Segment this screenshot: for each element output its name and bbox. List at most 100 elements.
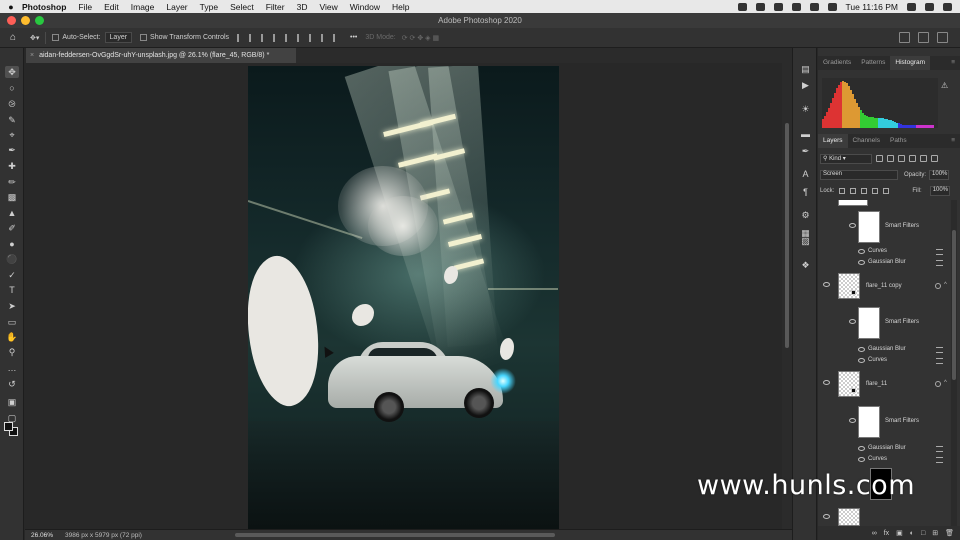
new-group-icon[interactable]: □: [921, 530, 925, 537]
menu-select[interactable]: Select: [230, 2, 254, 12]
layer-row-flare-11-copy[interactable]: flare_11 copy ^: [818, 270, 950, 300]
visibility-eye-icon[interactable]: [823, 282, 830, 287]
menu-image[interactable]: Image: [131, 2, 155, 12]
expand-caret-icon[interactable]: ^: [944, 380, 947, 386]
menu-file[interactable]: File: [78, 2, 92, 12]
lasso-tool-icon[interactable]: ⧁: [5, 98, 19, 110]
search-icon[interactable]: [899, 32, 910, 43]
filter-options-icon[interactable]: [936, 347, 943, 353]
healing-tool-icon[interactable]: ✚: [5, 160, 19, 172]
document-tab[interactable]: × aidan-feddersen-OvGgdSr-uhY-unsplash.j…: [26, 48, 296, 63]
visibility-eye-icon[interactable]: [858, 347, 865, 352]
share-icon[interactable]: [937, 32, 948, 43]
quick-mask-icon[interactable]: ▣: [5, 396, 19, 408]
close-tab-icon[interactable]: ×: [30, 52, 34, 59]
workspace-icon[interactable]: [918, 32, 929, 43]
hand-tool-icon[interactable]: ✋: [5, 331, 19, 343]
move-tool-preset-icon[interactable]: ✥▾: [30, 34, 39, 42]
smart-filters-row[interactable]: Smart Filters: [818, 403, 950, 441]
visibility-eye-icon[interactable]: [849, 223, 856, 228]
menubar-clock[interactable]: Tue 11:16 PM: [846, 2, 898, 12]
filter-shape-icon[interactable]: [909, 155, 916, 162]
filter-adjustment-icon[interactable]: [887, 155, 894, 162]
path-select-tool-icon[interactable]: ➤: [5, 300, 19, 312]
smart-filters-row[interactable]: Smart Filters: [818, 208, 950, 246]
type-tool-icon[interactable]: T: [5, 284, 19, 296]
blur-tool-icon[interactable]: ●: [5, 238, 19, 250]
layer-row-flare-11[interactable]: flare_11 ^: [818, 368, 950, 398]
color-panel-icon[interactable]: ▨: [800, 236, 811, 247]
actions-panel-icon[interactable]: ▶: [800, 80, 811, 91]
filter-pixel-icon[interactable]: [876, 155, 883, 162]
document-canvas-image[interactable]: [248, 66, 559, 529]
visibility-eye-icon[interactable]: [858, 358, 865, 363]
brushes-panel-icon[interactable]: ✒: [800, 146, 811, 157]
bluetooth-icon[interactable]: [773, 2, 783, 11]
filter-row[interactable]: Curves: [818, 454, 950, 465]
menu-window[interactable]: Window: [350, 2, 380, 12]
home-icon[interactable]: ⌂: [0, 32, 26, 43]
lock-artboard-icon[interactable]: [872, 188, 879, 194]
shape-tool-icon[interactable]: ▭: [5, 316, 19, 328]
apple-icon[interactable]: ●: [0, 2, 22, 12]
dodge-tool-icon[interactable]: ⚫: [5, 253, 19, 265]
new-layer-icon[interactable]: ⊞: [932, 529, 938, 537]
distribute-horizontal-icon[interactable]: [333, 33, 340, 42]
scroll-thumb[interactable]: [952, 230, 956, 380]
add-mask-icon[interactable]: ▣: [896, 529, 903, 537]
filter-options-icon[interactable]: [936, 249, 943, 255]
tab-patterns[interactable]: Patterns: [856, 56, 890, 70]
filter-row[interactable]: Curves: [818, 355, 950, 366]
foreground-color-swatch[interactable]: [4, 422, 13, 431]
filter-row[interactable]: Gaussian Blur: [818, 443, 950, 454]
filter-options-icon[interactable]: [936, 446, 943, 452]
auto-select-checkbox[interactable]: [52, 34, 60, 41]
default-colors-icon[interactable]: ↺: [5, 378, 19, 390]
adjustment-layer-icon[interactable]: ◐: [910, 530, 914, 537]
filter-toggle-icon[interactable]: [931, 155, 938, 162]
filter-row[interactable]: Curves: [818, 246, 950, 257]
pen-tool-icon[interactable]: ✓: [5, 269, 19, 281]
volume-icon[interactable]: [809, 2, 819, 11]
dropbox-icon[interactable]: [755, 2, 765, 11]
align-middle-icon[interactable]: [285, 33, 292, 42]
canvas-horizontal-scrollbar[interactable]: [235, 533, 555, 537]
panel-menu-icon[interactable]: ≡: [946, 56, 960, 70]
visibility-eye-icon[interactable]: [823, 380, 830, 385]
styles-panel-icon[interactable]: ❖: [800, 260, 811, 271]
visibility-eye-icon[interactable]: [858, 446, 865, 451]
histogram-warning-icon[interactable]: ⚠: [941, 81, 948, 90]
lock-position-icon[interactable]: [861, 188, 868, 194]
filter-options-icon[interactable]: [936, 457, 943, 463]
brush-settings-icon[interactable]: ▬: [800, 128, 811, 139]
clone-stamp-tool-icon[interactable]: ▲: [5, 207, 19, 219]
auto-select-dropdown[interactable]: Layer: [104, 32, 133, 43]
align-top-icon[interactable]: [273, 33, 280, 42]
filter-options-icon[interactable]: [936, 260, 943, 266]
edit-toolbar-icon[interactable]: …: [5, 362, 19, 374]
filter-type-icon[interactable]: [898, 155, 905, 162]
filter-row[interactable]: Gaussian Blur: [818, 257, 950, 268]
history-brush-tool-icon[interactable]: ✐: [5, 222, 19, 234]
zoom-window-icon[interactable]: [35, 16, 44, 25]
filter-smart-icon[interactable]: [920, 155, 927, 162]
menu-filter[interactable]: Filter: [266, 2, 285, 12]
align-center-icon[interactable]: [249, 33, 256, 42]
zoom-tool-icon[interactable]: ⚲: [5, 346, 19, 358]
menu-view[interactable]: View: [319, 2, 337, 12]
menu-layer[interactable]: Layer: [166, 2, 187, 12]
distribute-icon[interactable]: [309, 33, 316, 42]
tab-histogram[interactable]: Histogram: [890, 56, 931, 70]
history-panel-icon[interactable]: ▤: [800, 64, 811, 75]
spotlight-icon[interactable]: [925, 2, 934, 11]
creative-cloud-icon[interactable]: [737, 2, 747, 11]
layer-kind-dropdown[interactable]: ⚲ Kind ▾: [820, 153, 872, 164]
brush-tool-icon[interactable]: ✏: [5, 176, 19, 188]
link-layers-icon[interactable]: ∞: [872, 530, 877, 537]
delete-layer-icon[interactable]: 🗑: [945, 529, 954, 537]
tab-paths[interactable]: Paths: [885, 134, 912, 148]
menu-edit[interactable]: Edit: [104, 2, 119, 12]
visibility-eye-icon[interactable]: [849, 319, 856, 324]
lock-all-icon[interactable]: [883, 188, 890, 194]
distribute-vertical-icon[interactable]: [321, 33, 328, 42]
